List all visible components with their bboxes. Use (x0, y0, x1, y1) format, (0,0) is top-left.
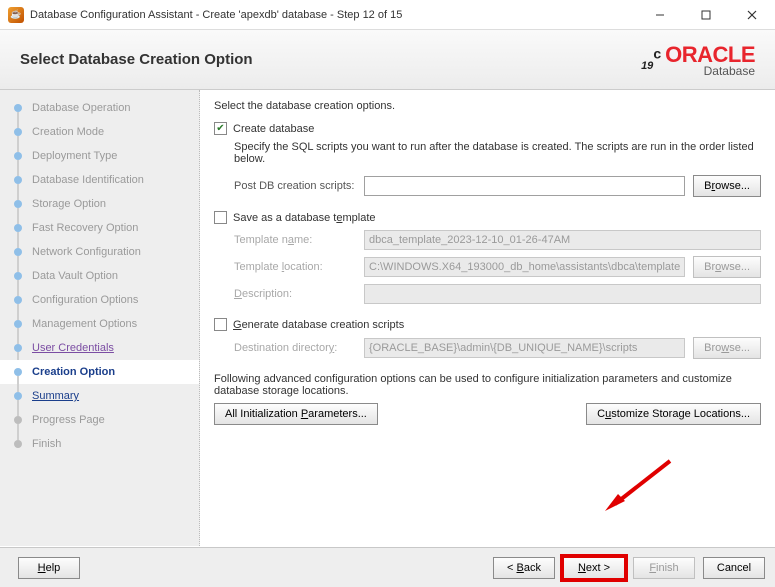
template-location-label: Template location: (234, 261, 364, 273)
step-summary[interactable]: Summary (0, 384, 199, 408)
browse-post-scripts-button[interactable]: Browse... (693, 175, 761, 197)
java-icon: ☕ (8, 7, 24, 23)
window-title: Database Configuration Assistant - Creat… (30, 9, 637, 21)
create-database-checkbox[interactable] (214, 122, 227, 135)
maximize-button[interactable] (683, 0, 729, 29)
post-scripts-label: Post DB creation scripts: (234, 180, 364, 192)
page-header: Select Database Creation Option 19c ORAC… (0, 30, 775, 90)
dest-dir-input (364, 338, 685, 358)
step-creation-mode[interactable]: Creation Mode (0, 120, 199, 144)
help-button[interactable]: Help (18, 557, 80, 579)
next-button[interactable]: Next > (563, 557, 625, 579)
create-database-label: Create database (233, 123, 314, 135)
customize-storage-button[interactable]: Customize Storage Locations... (586, 403, 761, 425)
title-bar: ☕ Database Configuration Assistant - Cre… (0, 0, 775, 30)
annotation-arrow (600, 456, 680, 516)
step-data-vault-option[interactable]: Data Vault Option (0, 264, 199, 288)
brand: 19c ORACLE Database (641, 42, 755, 78)
template-name-input (364, 230, 761, 250)
post-scripts-input[interactable] (364, 176, 685, 196)
step-deployment-type[interactable]: Deployment Type (0, 144, 199, 168)
scripts-note: Specify the SQL scripts you want to run … (234, 141, 761, 165)
browse-template-location-button: Browse... (693, 256, 761, 278)
cancel-button[interactable]: Cancel (703, 557, 765, 579)
step-configuration-options[interactable]: Configuration Options (0, 288, 199, 312)
intro-text: Select the database creation options. (214, 100, 761, 112)
finish-button: Finish (633, 557, 695, 579)
step-management-options[interactable]: Management Options (0, 312, 199, 336)
step-creation-option[interactable]: Creation Option (0, 360, 199, 384)
step-database-identification[interactable]: Database Identification (0, 168, 199, 192)
step-finish: Finish (0, 432, 199, 456)
back-button[interactable]: < Back (493, 557, 555, 579)
template-location-input (364, 257, 685, 277)
save-template-label: Save as a database template (233, 212, 376, 224)
save-template-checkbox[interactable] (214, 211, 227, 224)
generate-scripts-checkbox[interactable] (214, 318, 227, 331)
wizard-steps: Database Operation Creation Mode Deploym… (0, 90, 200, 546)
template-name-label: Template name: (234, 234, 364, 246)
step-fast-recovery-option[interactable]: Fast Recovery Option (0, 216, 199, 240)
close-button[interactable] (729, 0, 775, 29)
step-user-credentials[interactable]: User Credentials (0, 336, 199, 360)
content-panel: Select the database creation options. Cr… (200, 90, 775, 546)
advanced-note: Following advanced configuration options… (214, 373, 761, 397)
dest-dir-label: Destination directory: (234, 342, 364, 354)
step-storage-option[interactable]: Storage Option (0, 192, 199, 216)
page-heading: Select Database Creation Option (20, 51, 641, 68)
browse-dest-dir-button: Browse... (693, 337, 761, 359)
step-progress-page: Progress Page (0, 408, 199, 432)
step-network-configuration[interactable]: Network Configuration (0, 240, 199, 264)
description-label: Description: (234, 288, 364, 300)
step-database-operation[interactable]: Database Operation (0, 96, 199, 120)
description-input (364, 284, 761, 304)
generate-scripts-label: Generate database creation scripts (233, 319, 404, 331)
minimize-button[interactable] (637, 0, 683, 29)
all-init-params-button[interactable]: All Initialization Parameters... (214, 403, 378, 425)
brand-database: Database (704, 64, 755, 78)
brand-version: 19c (641, 44, 661, 76)
wizard-footer: Help < Back Next > Finish Cancel (0, 547, 775, 587)
